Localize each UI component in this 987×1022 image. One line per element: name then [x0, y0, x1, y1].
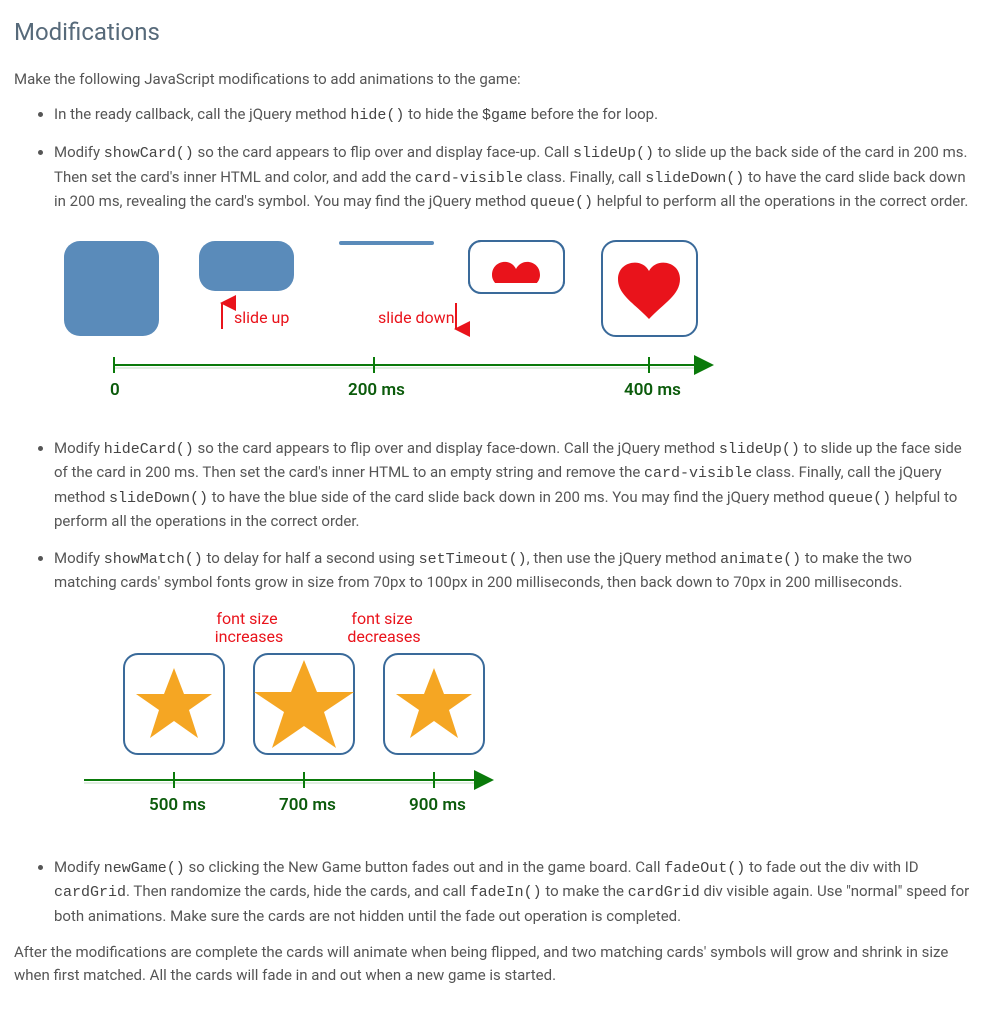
code: cardGrid: [54, 884, 126, 901]
code: slideDown(): [645, 170, 744, 187]
tick-label: 700 ms: [279, 795, 336, 815]
code: fadeIn(): [470, 884, 542, 901]
item-paragraph: Modify showMatch() to delay for half a s…: [54, 547, 973, 594]
tick-label: 900 ms: [409, 795, 466, 815]
list-item: Modify showCard() so the card appears to…: [54, 141, 973, 419]
slide-down-label: slide down: [378, 308, 455, 327]
tick-label: 0: [110, 380, 120, 400]
code: $game: [482, 107, 527, 124]
section-heading: Modifications: [14, 14, 973, 50]
tick-label: 500 ms: [149, 795, 206, 815]
code: slideUp(): [573, 145, 654, 162]
code: queue(): [530, 194, 593, 211]
card-back-sliding: [199, 241, 294, 291]
item-paragraph: In the ready callback, call the jQuery m…: [54, 103, 973, 128]
slide-animation-diagram: slide up slide down: [54, 229, 973, 419]
code: hide(): [350, 107, 404, 124]
card-star-small: [124, 654, 224, 754]
card-star-small-2: [384, 654, 484, 754]
card-collapsed: [339, 241, 434, 245]
code: fadeOut(): [664, 860, 745, 877]
code: slideDown(): [109, 490, 208, 507]
card-face-sliding: [469, 241, 564, 303]
code: showMatch(): [104, 551, 203, 568]
item-paragraph: Modify newGame() so clicking the New Gam…: [54, 856, 973, 928]
code: queue(): [828, 490, 891, 507]
code: hideCard(): [104, 441, 194, 458]
font-grow-diagram: font size increases font size decreases: [54, 608, 973, 838]
code: animate(): [720, 551, 801, 568]
code: card-visible: [415, 170, 523, 187]
inc-label: font size increases: [215, 609, 284, 646]
card-star-big: [254, 654, 354, 754]
code: showCard(): [104, 145, 194, 162]
code: slideUp(): [719, 441, 800, 458]
item-paragraph: Modify showCard() so the card appears to…: [54, 141, 973, 215]
tick-label: 200 ms: [348, 380, 405, 400]
code: cardGrid: [628, 884, 700, 901]
outro-text: After the modifications are complete the…: [14, 941, 973, 986]
slide-up-label: slide up: [234, 308, 289, 327]
modifications-list: In the ready callback, call the jQuery m…: [14, 103, 973, 928]
dec-label: font size decreases: [347, 609, 420, 646]
item-paragraph: Modify hideCard() so the card appears to…: [54, 437, 973, 533]
code: setTimeout(): [419, 551, 527, 568]
list-item: Modify showMatch() to delay for half a s…: [54, 547, 973, 838]
code: newGame(): [104, 860, 185, 877]
code: card-visible: [644, 465, 752, 482]
card-back: [64, 241, 159, 336]
card-face-full: [602, 241, 697, 336]
tick-label: 400 ms: [624, 380, 681, 400]
list-item: Modify newGame() so clicking the New Gam…: [54, 856, 973, 928]
list-item: In the ready callback, call the jQuery m…: [54, 103, 973, 128]
list-item: Modify hideCard() so the card appears to…: [54, 437, 973, 533]
intro-text: Make the following JavaScript modificati…: [14, 68, 973, 91]
